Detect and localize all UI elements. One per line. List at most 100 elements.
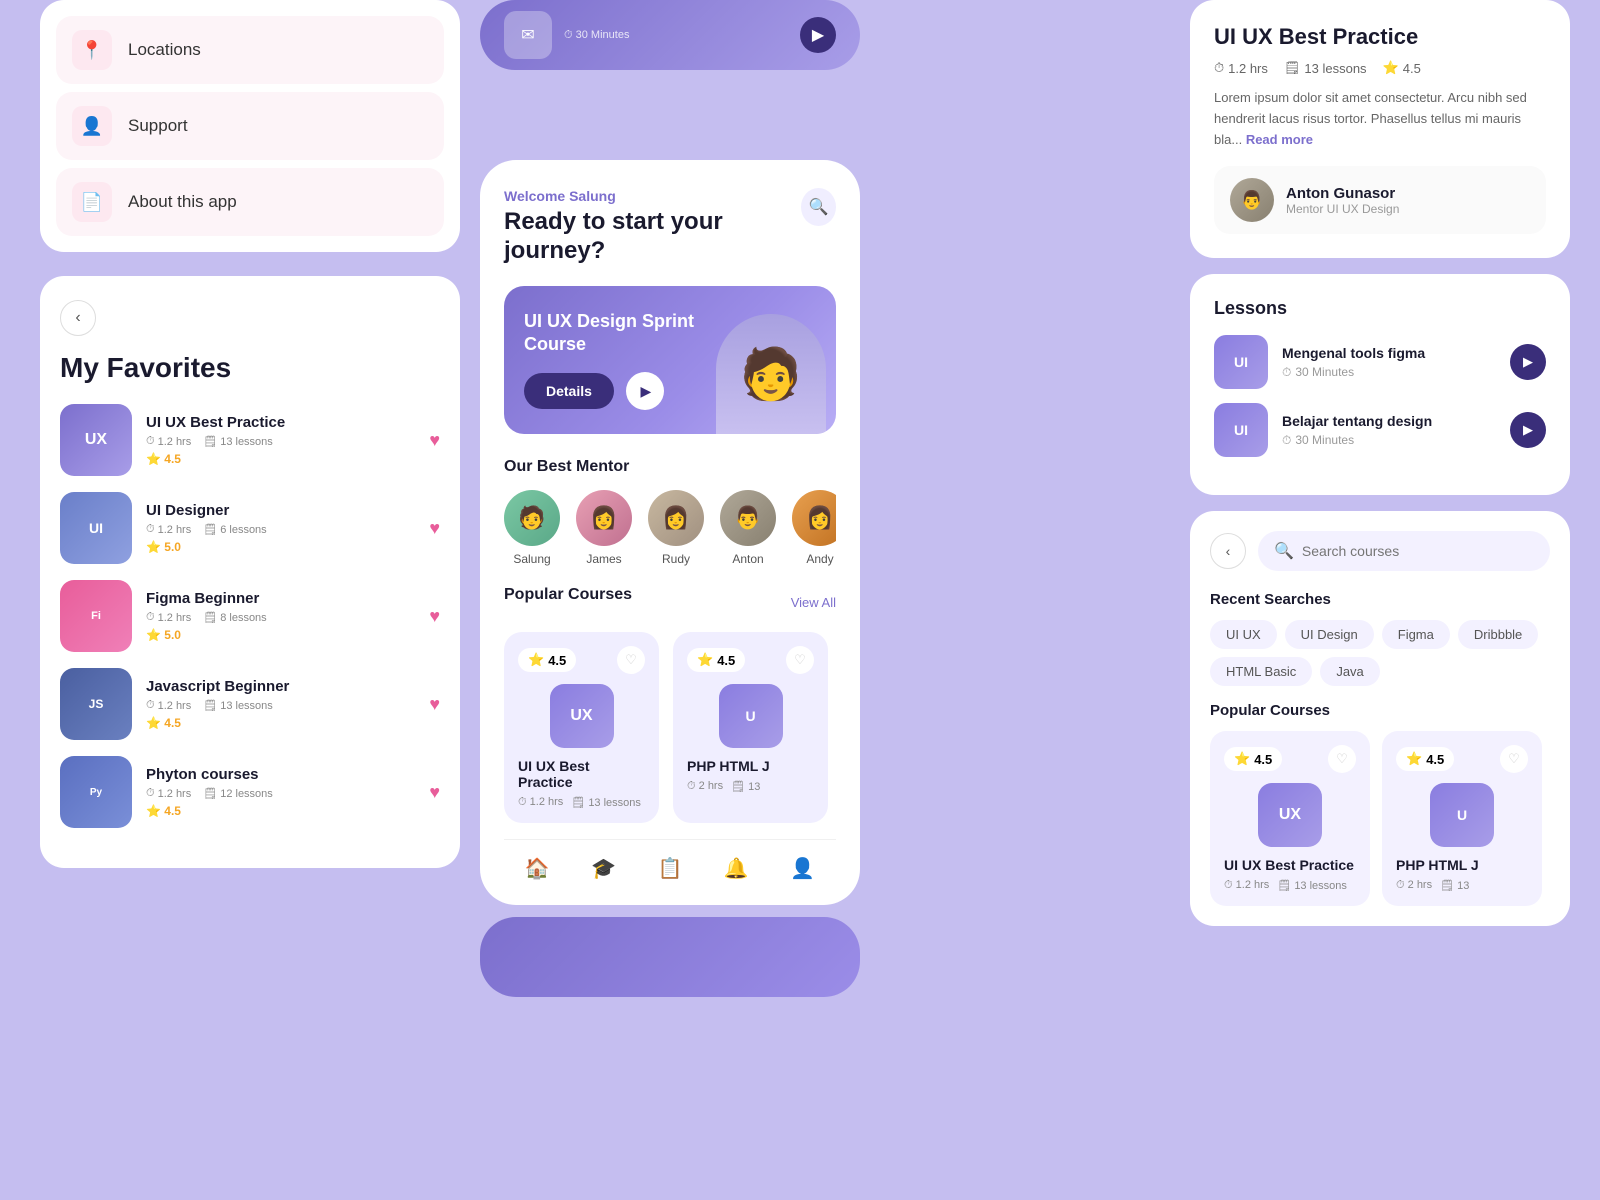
lesson-thumb: UI xyxy=(1214,403,1268,457)
favorite-icon[interactable]: ♥ xyxy=(429,606,440,627)
play-button[interactable]: ▶ xyxy=(1510,412,1546,448)
mentor-item[interactable]: 👩 Andy xyxy=(792,490,836,566)
search-tag[interactable]: UI UX xyxy=(1210,620,1277,649)
lesson-name: Mengenal tools figma xyxy=(1282,345,1496,361)
mentor-avatar: 👩 xyxy=(648,490,704,546)
course-meta: ⏱ 1.2 hrs 🗒 6 lessons xyxy=(146,523,415,536)
search-icon: 🔍 xyxy=(1274,541,1294,561)
course-meta: ⏱ 2 hrs 🗒 13 xyxy=(1396,879,1528,892)
course-card[interactable]: ⭐ 4.5 ♡ U PHP HTML J ⏱ 2 hrs 🗒 13 xyxy=(673,632,828,823)
list-item[interactable]: Fi Figma Beginner ⏱ 1.2 hrs 🗒 8 lessons … xyxy=(60,580,440,652)
list-item[interactable]: UX UI UX Best Practice ⏱ 1.2 hrs 🗒 13 le… xyxy=(60,404,440,476)
course-card[interactable]: ⭐ 4.5 ♡ UX UI UX Best Practice ⏱ 1.2 hrs… xyxy=(1210,731,1370,906)
play-button[interactable]: ▶ xyxy=(1510,344,1546,380)
nav-notes[interactable]: 📋 xyxy=(658,856,683,881)
phone-title: Ready to start your journey? xyxy=(504,208,801,266)
view-all-button[interactable]: View All xyxy=(791,595,836,610)
support-icon: 👤 xyxy=(72,106,112,146)
mentor-name: Andy xyxy=(806,552,833,566)
course-card[interactable]: ⭐ 4.5 ♡ UX UI UX Best Practice ⏱ 1.2 hrs… xyxy=(504,632,659,823)
course-card[interactable]: ⭐ 4.5 ♡ U PHP HTML J ⏱ 2 hrs 🗒 13 xyxy=(1382,731,1542,906)
course-thumb: Py xyxy=(60,756,132,828)
course-thumb: UX xyxy=(60,404,132,476)
course-detail-card: UI UX Best Practice ⏱ 1.2 hrs 🗒 13 lesso… xyxy=(1190,0,1570,258)
favorite-button[interactable]: ♡ xyxy=(1328,745,1356,773)
list-item[interactable]: JS Javascript Beginner ⏱ 1.2 hrs 🗒 13 le… xyxy=(60,668,440,740)
favorite-icon[interactable]: ♥ xyxy=(429,782,440,803)
list-item[interactable]: UI Belajar tentang design ⏱ 30 Minutes ▶ xyxy=(1214,403,1546,457)
favorite-button[interactable]: ♡ xyxy=(786,646,814,674)
read-more-link[interactable]: Read more xyxy=(1246,132,1313,147)
popular-courses-row: ⭐ 4.5 ♡ UX UI UX Best Practice ⏱ 1.2 hrs… xyxy=(1210,731,1550,906)
rating-badge: ⭐ 4.5 xyxy=(1396,747,1454,771)
top-card-partial: ✉ ⏱ 30 Minutes ▶ xyxy=(480,0,860,70)
nav-profile[interactable]: 👤 xyxy=(790,856,815,881)
course-meta: ⏱ 1.2 hrs 🗒 13 lessons xyxy=(518,796,645,809)
bottom-card-partial xyxy=(480,917,860,997)
menu-label-about: About this app xyxy=(128,192,237,212)
details-button[interactable]: Details xyxy=(524,373,614,409)
detail-meta: ⏱ 1.2 hrs 🗒 13 lessons ⭐ 4.5 xyxy=(1214,60,1546,76)
menu-item-support[interactable]: 👤 Support xyxy=(56,92,444,160)
mentor-item[interactable]: 🧑 Salung xyxy=(504,490,560,566)
course-name: Javascript Beginner xyxy=(146,678,415,695)
mentor-info: 👨 Anton Gunasor Mentor UI UX Design xyxy=(1214,166,1546,234)
menu-item-locations[interactable]: 📍 Locations xyxy=(56,16,444,84)
mentor-name: Salung xyxy=(513,552,550,566)
course-name: UI UX Best Practice xyxy=(146,414,415,431)
back-button[interactable]: ‹ xyxy=(60,300,96,336)
course-banner: UI UX Design Sprint Course Details 🧑 xyxy=(504,286,836,435)
lesson-duration: ⏱ 30 Minutes xyxy=(1282,365,1496,380)
nav-notifications[interactable]: 🔔 xyxy=(724,856,749,881)
course-name: PHP HTML J xyxy=(1396,857,1528,873)
mentor-item[interactable]: 👩 Rudy xyxy=(648,490,704,566)
mentor-item[interactable]: 👨 Anton xyxy=(720,490,776,566)
lesson-thumb: UI xyxy=(1214,335,1268,389)
menu-label-support: Support xyxy=(128,116,188,136)
search-tag[interactable]: Dribbble xyxy=(1458,620,1538,649)
search-button[interactable]: 🔍 xyxy=(801,188,836,226)
rating-badge: ⭐ 4.5 xyxy=(1224,747,1282,771)
search-bar: ‹ 🔍 xyxy=(1210,531,1550,571)
course-meta: ⏱ 1.2 hrs 🗒 13 lessons xyxy=(146,699,415,712)
menu-item-about[interactable]: 📄 About this app xyxy=(56,168,444,236)
course-thumb: U xyxy=(1430,783,1494,847)
nav-home[interactable]: 🏠 xyxy=(525,856,550,881)
list-item[interactable]: UI Mengenal tools figma ⏱ 30 Minutes ▶ xyxy=(1214,335,1546,389)
nav-courses[interactable]: 🎓 xyxy=(591,856,616,881)
center-panel: ✉ ⏱ 30 Minutes ▶ Welcome Salung Ready to… xyxy=(480,0,860,1200)
favorite-button[interactable]: ♡ xyxy=(1500,745,1528,773)
search-input[interactable] xyxy=(1302,543,1534,559)
popular-section-title: Popular Courses xyxy=(504,586,632,604)
location-icon: 📍 xyxy=(72,30,112,70)
course-thumb: UX xyxy=(1258,783,1322,847)
favorite-icon[interactable]: ♥ xyxy=(429,694,440,715)
course-name: UI Designer xyxy=(146,502,415,519)
list-item[interactable]: UI UI Designer ⏱ 1.2 hrs 🗒 6 lessons ⭐ 5… xyxy=(60,492,440,564)
course-thumb: U xyxy=(719,684,783,748)
play-button[interactable] xyxy=(626,372,664,410)
mentor-item[interactable]: 👩 James xyxy=(576,490,632,566)
course-meta: ⏱ 1.2 hrs 🗒 8 lessons xyxy=(146,611,415,624)
favorite-icon[interactable]: ♥ xyxy=(429,430,440,451)
favorite-icon[interactable]: ♥ xyxy=(429,518,440,539)
mentor-avatar: 👩 xyxy=(576,490,632,546)
search-tag[interactable]: Java xyxy=(1320,657,1379,686)
favorite-button[interactable]: ♡ xyxy=(617,646,645,674)
course-name: Figma Beginner xyxy=(146,590,415,607)
course-meta: ⏱ 1.2 hrs 🗒 12 lessons xyxy=(146,787,415,800)
search-card: ‹ 🔍 Recent Searches UI UX UI Design Figm… xyxy=(1190,511,1570,926)
search-back-button[interactable]: ‹ xyxy=(1210,533,1246,569)
search-tag[interactable]: Figma xyxy=(1382,620,1450,649)
search-tag[interactable]: UI Design xyxy=(1285,620,1374,649)
left-panel: 📍 Locations 👤 Support 📄 About this app ‹… xyxy=(40,0,460,1200)
course-name: UI UX Best Practice xyxy=(1224,857,1356,873)
list-item[interactable]: Py Phyton courses ⏱ 1.2 hrs 🗒 12 lessons… xyxy=(60,756,440,828)
search-tag[interactable]: HTML Basic xyxy=(1210,657,1312,686)
mentor-name: Anton Gunasor xyxy=(1286,185,1399,202)
course-thumb: UI xyxy=(60,492,132,564)
course-rating: ⭐ 5.0 xyxy=(146,628,415,642)
detail-title: UI UX Best Practice xyxy=(1214,24,1546,50)
menu-label-locations: Locations xyxy=(128,40,201,60)
course-meta: ⏱ 2 hrs 🗒 13 xyxy=(687,780,814,793)
